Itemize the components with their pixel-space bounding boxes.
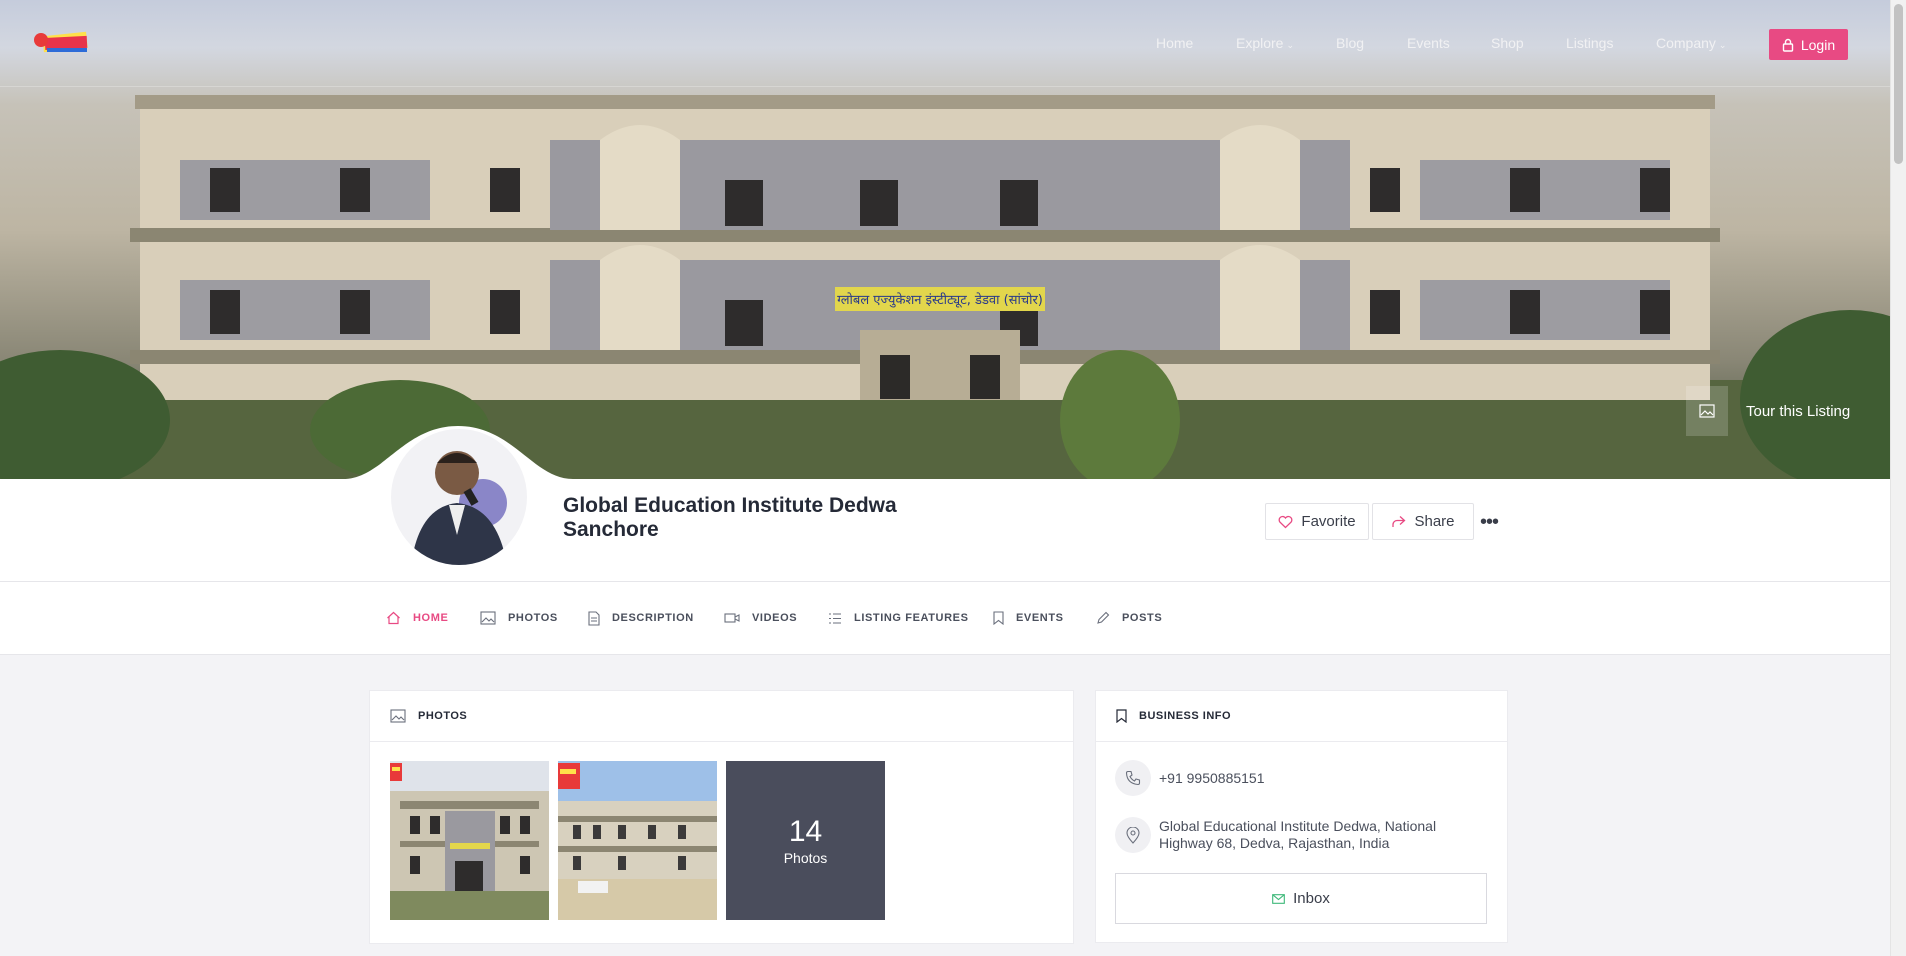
tab-photos[interactable]: PHOTOS — [480, 609, 558, 627]
business-info-header: BUSINESS INFO — [1096, 691, 1507, 742]
home-icon — [387, 611, 400, 625]
share-button[interactable]: Share — [1372, 503, 1474, 540]
share-label: Share — [1414, 513, 1455, 530]
bookmark-icon — [993, 611, 1004, 625]
tour-label: Tour this Listing — [1746, 402, 1851, 420]
avatar — [391, 429, 527, 565]
image-icon — [480, 611, 496, 625]
photos-card-title: PHOTOS — [418, 710, 468, 722]
photo-thumbnail[interactable] — [558, 761, 717, 920]
phone-number: +91 9950885151 — [1159, 769, 1265, 786]
more-photos-tile[interactable]: 14 Photos — [726, 761, 885, 920]
top-navigation: Home Explore ⌄ Blog Events Shop Listings … — [0, 0, 1891, 87]
chevron-down-icon: ⌄ — [1718, 40, 1727, 50]
phone-icon — [1115, 760, 1151, 796]
nav-company-label: Company — [1656, 35, 1716, 51]
tab-home[interactable]: HOME — [386, 609, 448, 627]
inbox-label: Inbox — [1293, 890, 1330, 907]
cover-image: ग्लोबल एज्युकेशन इंस्टीट्यूट, डेडवा (सां… — [0, 0, 1891, 479]
tour-listing-button[interactable]: Tour this Listing — [1686, 386, 1851, 436]
nav-shop[interactable]: Shop — [1491, 35, 1524, 51]
tab-home-label: HOME — [413, 612, 449, 624]
document-icon — [588, 610, 600, 626]
tab-videos-label: VIDEOS — [752, 612, 798, 624]
tab-description[interactable]: DESCRIPTION — [588, 609, 694, 627]
tab-posts[interactable]: POSTS — [1096, 609, 1162, 627]
login-button[interactable]: Login — [1769, 29, 1848, 60]
photo-thumbnail[interactable] — [390, 761, 549, 920]
favorite-label: Favorite — [1301, 513, 1356, 530]
share-icon — [1392, 516, 1406, 527]
tab-photos-label: PHOTOS — [508, 612, 558, 624]
chevron-down-icon: ⌄ — [1286, 40, 1295, 50]
login-label: Login — [1800, 36, 1836, 53]
list-icon — [829, 612, 841, 624]
nav-company[interactable]: Company ⌄ — [1656, 35, 1726, 51]
building-sign-text: ग्लोबल एज्युकेशन इंस्टीट्यूट, डेडवा (सां… — [837, 292, 1043, 308]
lock-icon — [1782, 38, 1794, 52]
tab-videos[interactable]: VIDEOS — [724, 609, 797, 627]
heart-icon — [1278, 515, 1293, 528]
video-icon — [724, 613, 740, 623]
nav-home[interactable]: Home — [1156, 35, 1193, 51]
inbox-button[interactable]: Inbox — [1115, 873, 1487, 924]
envelope-icon — [1272, 893, 1285, 904]
address-text: Global Educational Institute Dedwa, Nati… — [1159, 818, 1437, 851]
address-row[interactable]: Global Educational Institute Dedwa, Nati… — [1115, 817, 1485, 853]
phone-row[interactable]: +91 9950885151 — [1115, 760, 1265, 796]
tab-description-label: DESCRIPTION — [612, 612, 694, 624]
business-info-title: BUSINESS INFO — [1139, 710, 1232, 722]
nav-listings[interactable]: Listings — [1566, 35, 1613, 51]
bookmark-icon — [1116, 709, 1127, 723]
photos-card-header: PHOTOS — [370, 691, 1073, 742]
nav-blog[interactable]: Blog — [1336, 35, 1364, 51]
site-logo[interactable] — [33, 28, 91, 58]
image-icon — [1686, 386, 1728, 436]
tab-posts-label: POSTS — [1122, 612, 1163, 624]
nav-explore-label: Explore — [1236, 35, 1284, 51]
more-photos-label: Photos — [783, 849, 828, 866]
image-icon — [390, 709, 406, 723]
listing-title: Global Education Institute Dedwa Sanchor… — [563, 494, 897, 541]
favorite-button[interactable]: Favorite — [1265, 503, 1369, 540]
tab-listing-features-label: LISTING FEATURES — [854, 612, 969, 624]
page-scrollbar[interactable] — [1890, 0, 1906, 956]
more-options-button[interactable]: ••• — [1480, 511, 1499, 534]
tab-events[interactable]: EVENTS — [993, 609, 1064, 627]
pencil-icon — [1097, 611, 1110, 624]
location-pin-icon — [1115, 817, 1151, 853]
scrollbar-thumb[interactable] — [1894, 4, 1903, 164]
tab-listing-features[interactable]: LISTING FEATURES — [828, 609, 969, 627]
nav-events[interactable]: Events — [1407, 35, 1450, 51]
more-photos-count: 14 — [788, 814, 823, 848]
nav-explore[interactable]: Explore ⌄ — [1236, 35, 1294, 51]
tab-events-label: EVENTS — [1016, 612, 1064, 624]
